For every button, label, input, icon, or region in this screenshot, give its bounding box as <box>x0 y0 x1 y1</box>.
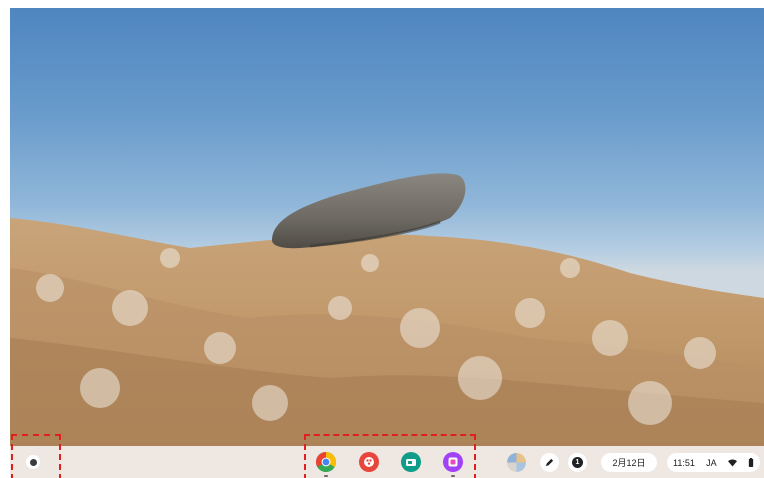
stylus-tools-button[interactable] <box>540 453 559 472</box>
date-label: 2月12日 <box>612 458 646 468</box>
date-button[interactable]: 2月12日 <box>601 453 657 472</box>
system-tray-button[interactable]: 11:51 JA <box>667 453 760 472</box>
pinned-apps-highlight-box <box>304 434 476 478</box>
ime-indicator: JA <box>706 457 717 468</box>
stylus-icon <box>545 458 554 467</box>
launcher-highlight-box <box>11 434 61 478</box>
wifi-icon <box>727 459 737 467</box>
clock-time: 11:51 <box>673 457 695 468</box>
notification-count-badge: 1 <box>572 457 583 468</box>
battery-icon <box>748 458 754 467</box>
notification-button[interactable]: 1 <box>568 453 587 472</box>
avatar[interactable] <box>507 453 526 472</box>
wallpaper-landscape <box>10 173 764 446</box>
chromeos-desktop: 1 2月12日 11:51 JA <box>10 8 764 478</box>
notification-count: 1 <box>575 459 580 466</box>
